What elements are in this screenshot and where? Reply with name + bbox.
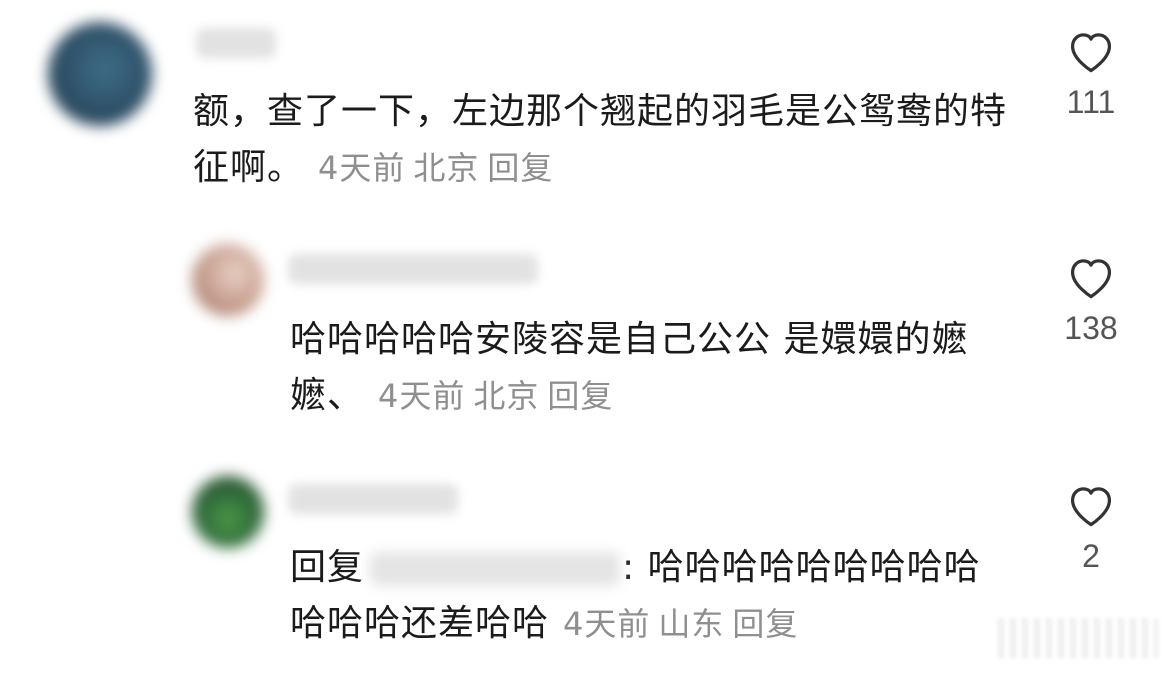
avatar[interactable] [192, 476, 264, 548]
reply-button[interactable]: 回复 [547, 377, 613, 415]
watermark [998, 618, 1158, 658]
comment-location: 山东 [658, 605, 725, 643]
comment-text: 回复: 哈哈哈哈哈哈哈哈哈哈哈哈还差哈哈 4天前 山东 回复 [290, 540, 1010, 652]
like-button[interactable]: 2 [1055, 480, 1127, 575]
comment-time: 4天前 [563, 605, 651, 643]
reply-button[interactable]: 回复 [732, 605, 798, 643]
avatar[interactable] [192, 244, 264, 316]
reply-button[interactable]: 回复 [487, 149, 553, 187]
username-blurred[interactable] [288, 254, 538, 284]
comment-meta: 4天前 山东 回复 [563, 605, 806, 643]
avatar[interactable] [48, 22, 152, 126]
like-button[interactable]: 138 [1055, 252, 1127, 347]
comment-location: 北京 [413, 149, 480, 187]
like-count: 2 [1082, 538, 1100, 574]
mentioned-username-blurred[interactable] [370, 552, 621, 586]
heart-icon [1070, 259, 1112, 299]
like-count: 138 [1064, 310, 1118, 346]
comment-body: 额，查了一下，左边那个翘起的羽毛是公鸳鸯的特征啊。 [193, 91, 1008, 188]
comment-text: 哈哈哈哈哈安陵容是自己公公 是嬛嬛的嬷嬷、 4天前 北京 回复 [290, 312, 1010, 424]
comment-meta: 4天前 北京 回复 [378, 377, 621, 415]
heart-icon [1070, 487, 1112, 527]
like-count: 111 [1066, 84, 1116, 120]
username-blurred[interactable] [288, 484, 458, 514]
heart-icon [1070, 33, 1112, 73]
like-button[interactable]: 111 [1055, 26, 1127, 121]
comment-location: 北京 [473, 377, 540, 415]
username-blurred[interactable] [196, 28, 276, 58]
reply-prefix: 回复 [290, 547, 365, 588]
comment-meta: 4天前 北京 回复 [318, 149, 561, 187]
comment-time: 4天前 [378, 377, 466, 415]
comment-time: 4天前 [318, 149, 406, 187]
comment-text: 额，查了一下，左边那个翘起的羽毛是公鸳鸯的特征啊。 4天前 北京 回复 [193, 84, 1013, 196]
